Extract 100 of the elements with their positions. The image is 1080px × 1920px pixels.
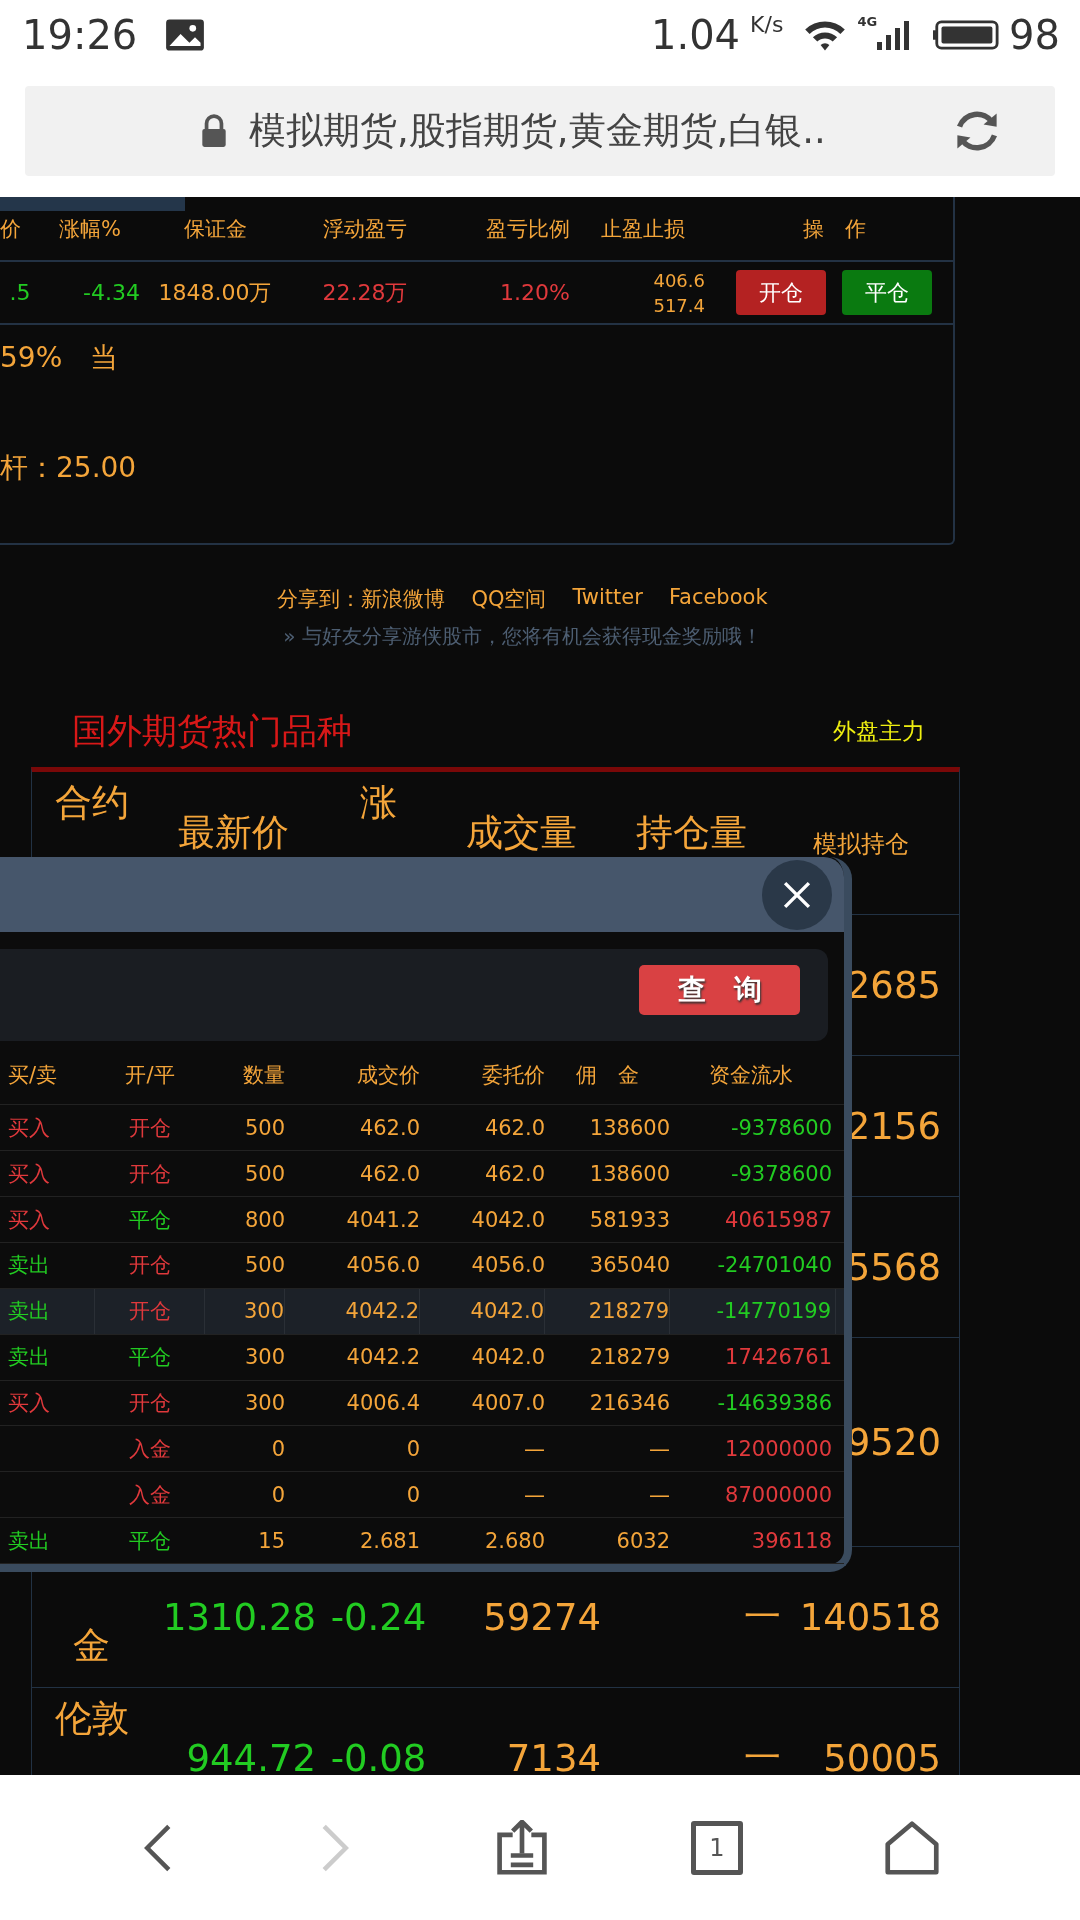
image-icon (165, 18, 206, 52)
battery-level: 98 (1009, 12, 1060, 58)
table-row[interactable]: 买入 开仓 500 462.0 462.0 138600 -9378600 (0, 1105, 844, 1152)
table-row[interactable]: 入金 0 0 — — 12000000 (0, 1426, 844, 1473)
table-cell-text: 一 (744, 1594, 781, 1640)
table-cell-text: 开仓 (128, 1298, 171, 1326)
info-text: 杆：25.00 (0, 450, 138, 486)
table-cell-text: 平仓 (129, 1206, 171, 1234)
table-cell-text: 6032 (615, 1528, 670, 1553)
table-cell: 300 (205, 1288, 285, 1334)
column-header: 止盈止损 (599, 215, 686, 243)
table-cell-text: — (648, 1436, 670, 1461)
share-link[interactable]: 分享到：新浪微博 (277, 585, 446, 613)
table-cell-text: 买入 (8, 1114, 50, 1142)
lock-icon (201, 114, 227, 148)
table-cell-text: — (648, 1482, 670, 1507)
table-cell-text: 买入 (8, 1389, 50, 1417)
table-cell-text: 0 (270, 1436, 285, 1461)
column-header: 佣 金 (575, 1062, 640, 1090)
query-button[interactable]: 查 询 (639, 965, 800, 1016)
page-title: 模拟期货,股指期货,黄金期货,白银.. (249, 108, 827, 154)
share-hint: » 与好友分享游侠股市，您将有机会获得现金奖励哦！ (283, 623, 762, 650)
table-cell: 5568 (846, 1245, 941, 1289)
table-row[interactable]: 卖出 开仓 300 4042.2 4042.0 218279 -14770199 (0, 1288, 844, 1335)
table-cell: 4042.2 (285, 1288, 420, 1334)
table-cell-text: 462.0 (358, 1161, 420, 1186)
column-header: 模拟持仓 (812, 829, 910, 860)
table-cell-text: 500 (243, 1253, 285, 1278)
table-cell-text: 买入 (8, 1160, 50, 1188)
column-header: 浮动盈亏 (322, 215, 408, 243)
share-link[interactable]: Twitter (572, 585, 643, 613)
table-cell-text: 0 (405, 1482, 420, 1507)
column-header: 保证金 (182, 215, 248, 243)
table-cell: -14770199 (670, 1288, 836, 1334)
table-cell-text: 22.28万 (321, 278, 409, 307)
table-cell-text: 4056.0 (345, 1253, 420, 1278)
table-cell-text: 入金 (129, 1435, 171, 1463)
main-contracts-link[interactable]: 外盘主力 (833, 715, 925, 747)
column-header: 涨 (359, 780, 398, 826)
table-cell-text: 开仓 (129, 1389, 171, 1417)
signal-icon (877, 19, 910, 51)
table-cell-text: 462.0 (483, 1161, 545, 1186)
column-header: 委托价 (481, 1062, 545, 1090)
table-cell-text: 138600 (588, 1115, 670, 1140)
info-text: 59% 当 (0, 340, 120, 376)
table-cell-text: 卖出 (8, 1527, 50, 1555)
table-cell: 2685 (846, 963, 941, 1007)
table-cell-text: 462.0 (483, 1115, 545, 1140)
take-profit: 406.6 (653, 268, 705, 293)
table-cell-text: — (523, 1436, 545, 1461)
table-cell-text: -24701040 (716, 1253, 833, 1278)
tabs-button[interactable]: 1 (690, 1820, 743, 1875)
table-cell-text: 4042.0 (470, 1345, 545, 1370)
table-cell-text: 平仓 (129, 1344, 171, 1372)
share-icon[interactable] (494, 1819, 550, 1876)
table-cell-text: 0 (405, 1436, 420, 1461)
home-icon[interactable] (883, 1819, 940, 1876)
share-link[interactable]: QQ空间 (471, 585, 547, 613)
table-cell-text: -14639386 (716, 1390, 833, 1415)
table-cell-text: -9378600 (729, 1161, 833, 1186)
table-cell: 218279 (545, 1288, 670, 1334)
table-cell-text: 4042.0 (470, 1207, 545, 1232)
table-cell-text: -4.34 (82, 280, 140, 305)
table-cell-text: 365040 (588, 1253, 670, 1278)
table-cell-text: 一 (744, 1735, 781, 1775)
table-cell-text: 2.681 (358, 1528, 420, 1553)
column-header: 盈亏比例 (485, 215, 570, 243)
table-cell-text: 卖出 (8, 1252, 50, 1280)
table-cell-text: 4006.4 (345, 1390, 420, 1415)
table-row[interactable]: 买入 平仓 800 4041.2 4042.0 581933 40615987 (0, 1197, 844, 1243)
share-link[interactable]: Facebook (668, 585, 768, 613)
table-row[interactable]: 入金 0 0 — — 87000000 (0, 1472, 844, 1519)
table-row[interactable]: 卖出 平仓 300 4042.2 4042.0 218279 17426761 (0, 1334, 844, 1381)
table-cell-text: 开仓 (129, 1160, 171, 1188)
table-cell-text: 2.680 (483, 1528, 545, 1553)
table-cell-text: 800 (243, 1207, 285, 1232)
table-cell-text: 卖出 (8, 1298, 50, 1326)
column-header: 合约 (53, 780, 130, 826)
table-cell-text: 开仓 (129, 1252, 171, 1280)
table-row[interactable]: 买入 开仓 300 4006.4 4007.0 216346 -14639386 (0, 1380, 844, 1427)
column-header: 成交量 (464, 810, 578, 856)
table-row[interactable]: 买入 开仓 500 462.0 462.0 138600 -9378600 (0, 1151, 844, 1198)
action-button[interactable]: 平仓 (842, 270, 932, 315)
table-cell-text: 卖出 (8, 1344, 50, 1372)
table-row[interactable]: 卖出 平仓 15 2.681 2.680 6032 396118 (0, 1518, 844, 1564)
table-cell-text: 开仓 (129, 1114, 171, 1142)
column-header: 成交价 (356, 1062, 420, 1090)
table-row[interactable]: 卖出 开仓 500 4056.0 4056.0 365040 -24701040 (0, 1242, 844, 1289)
table-cell-text: 396118 (750, 1528, 833, 1553)
table-cell-text: 1848.00万 (157, 278, 273, 307)
table-cell-text: 300 (243, 1390, 285, 1415)
column-header: 数量 (242, 1062, 285, 1090)
table-cell-text: — (523, 1482, 545, 1507)
address-bar[interactable]: 模拟期货,股指期货,黄金期货,白银.. (25, 86, 1055, 176)
column-header: 持仓量 (634, 810, 748, 856)
table-cell-text: 462.0 (358, 1115, 420, 1140)
table-cell-text: 买入 (8, 1206, 50, 1234)
contract-name: 金 (73, 1623, 110, 1669)
table-cell: 59274 (483, 1595, 601, 1639)
action-button[interactable]: 开仓 (736, 270, 826, 315)
